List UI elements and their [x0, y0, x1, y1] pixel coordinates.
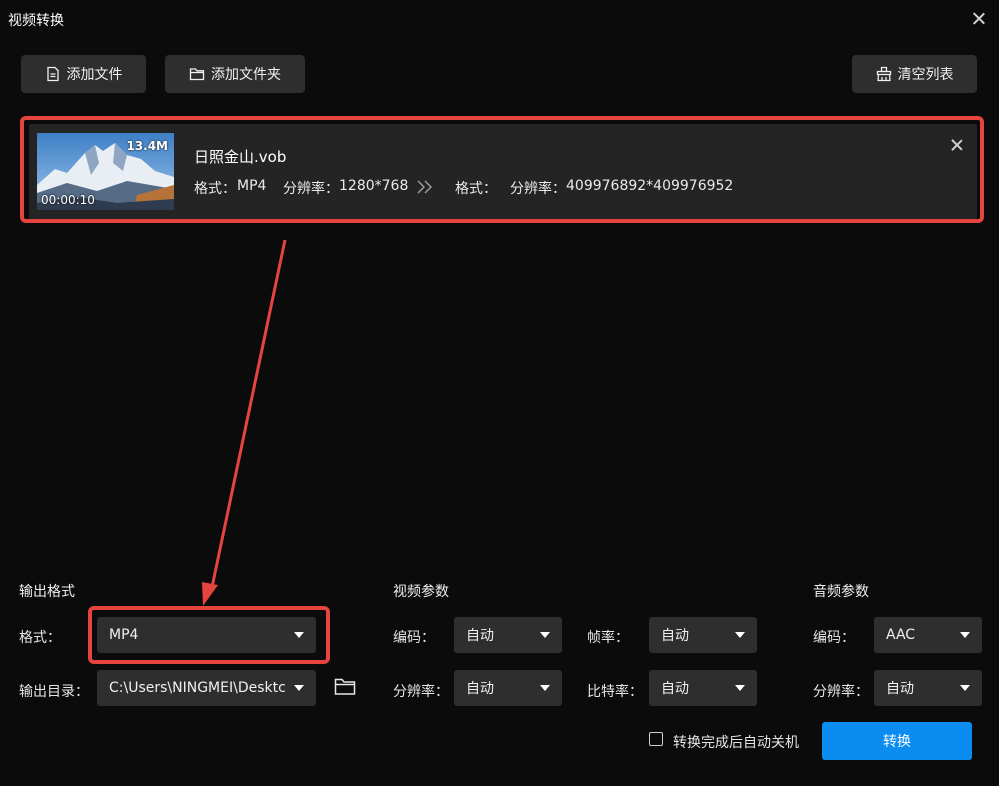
highlight-box-format — [88, 606, 330, 664]
file-icon — [46, 66, 59, 82]
add-folder-button[interactable]: 添加文件夹 — [165, 55, 305, 93]
frame-rate-value: 自动 — [661, 628, 689, 644]
source-format-value: MP4 — [237, 178, 267, 194]
file-size: 13.4M — [126, 139, 168, 153]
output-dir-value: C:\Users\NINGMEI\Desktc — [109, 680, 286, 696]
auto-shutdown-checkbox[interactable] — [649, 732, 663, 746]
caret-down-icon — [960, 632, 970, 638]
video-thumbnail: 13.4M 00:00:10 — [37, 133, 174, 210]
auto-shutdown-label: 转换完成后自动关机 — [673, 735, 799, 751]
convert-button[interactable]: 转换 — [822, 722, 972, 760]
frame-rate-select[interactable]: 自动 — [649, 617, 757, 653]
folder-icon — [189, 68, 205, 81]
caret-down-icon — [735, 632, 745, 638]
file-name: 日照金山.vob — [194, 148, 287, 166]
file-duration: 00:00:10 — [41, 193, 95, 207]
double-chevron-right-icon — [417, 180, 433, 194]
frame-rate-label: 帧率： — [587, 630, 629, 646]
clear-list-button[interactable]: 清空列表 — [852, 55, 977, 93]
source-resolution-value: 1280*768 — [339, 178, 409, 194]
video-codec-value: 自动 — [466, 628, 494, 644]
caret-down-icon — [735, 685, 745, 691]
add-file-button[interactable]: 添加文件 — [21, 55, 146, 93]
convert-button-label: 转换 — [883, 734, 911, 750]
browse-folder-icon[interactable] — [334, 677, 356, 696]
audio-codec-label: 编码： — [813, 630, 855, 646]
caret-down-icon — [960, 685, 970, 691]
target-resolution-label: 分辨率： — [510, 181, 566, 197]
audio-resolution-label: 分辨率： — [813, 684, 869, 700]
source-resolution-label: 分辨率： — [283, 181, 339, 197]
output-format-heading: 输出格式 — [19, 584, 75, 600]
add-folder-label: 添加文件夹 — [211, 67, 281, 83]
source-format-label: 格式： — [194, 181, 236, 197]
output-dir-select[interactable]: C:\Users\NINGMEI\Desktc — [97, 670, 316, 706]
caret-down-icon — [540, 632, 550, 638]
add-file-label: 添加文件 — [66, 67, 123, 83]
video-codec-select[interactable]: 自动 — [454, 617, 562, 653]
video-resolution-label: 分辨率： — [393, 684, 449, 700]
audio-resolution-value: 自动 — [886, 681, 914, 697]
bitrate-select[interactable]: 自动 — [649, 670, 757, 706]
close-window-icon[interactable] — [970, 10, 988, 28]
audio-codec-select[interactable]: AAC — [874, 617, 982, 653]
caret-down-icon — [540, 685, 550, 691]
bitrate-value: 自动 — [661, 681, 689, 697]
remove-file-icon[interactable] — [950, 138, 964, 152]
bitrate-label: 比特率： — [587, 684, 643, 700]
video-codec-label: 编码： — [393, 630, 435, 646]
video-resolution-value: 自动 — [466, 681, 494, 697]
target-format-label: 格式： — [455, 181, 497, 197]
format-label: 格式： — [19, 630, 61, 646]
target-resolution-value: 409976892*409976952 — [566, 178, 734, 194]
output-dir-label: 输出目录： — [19, 684, 89, 700]
clear-list-label: 清空列表 — [897, 67, 954, 83]
audio-resolution-select[interactable]: 自动 — [874, 670, 982, 706]
broom-icon — [876, 66, 891, 82]
caret-down-icon — [294, 685, 304, 691]
audio-params-heading: 音频参数 — [813, 584, 869, 600]
video-resolution-select[interactable]: 自动 — [454, 670, 562, 706]
audio-codec-value: AAC — [886, 627, 916, 643]
video-params-heading: 视频参数 — [393, 584, 449, 600]
window-title: 视频转换 — [8, 13, 64, 29]
